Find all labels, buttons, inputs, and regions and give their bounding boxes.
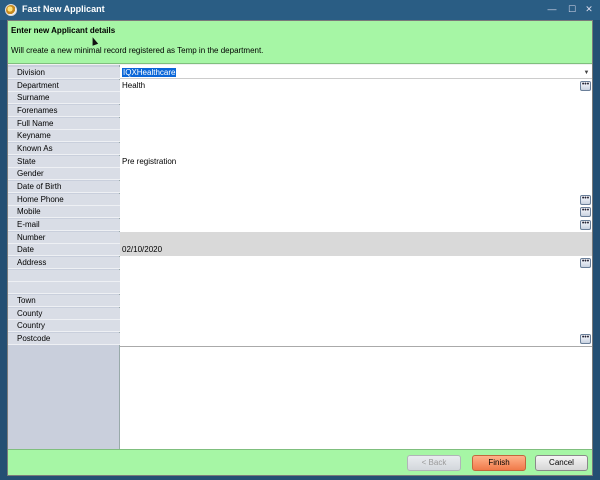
- address-line-3-field[interactable]: [120, 282, 592, 294]
- known-as-field[interactable]: [120, 143, 592, 155]
- close-icon[interactable]: ✕: [583, 3, 595, 15]
- home-phone-button[interactable]: •••: [580, 195, 591, 205]
- label-dob: Date of Birth: [8, 181, 120, 193]
- mobile-button[interactable]: •••: [580, 207, 591, 217]
- wizard-header: Enter new Applicant details Will create …: [8, 21, 592, 64]
- field-labels: Division Department Surname Forenames Fu…: [8, 65, 120, 449]
- state-field[interactable]: Pre registration: [120, 156, 592, 168]
- number-field: [120, 232, 592, 244]
- date-field: 02/10/2020: [120, 244, 592, 256]
- label-home-phone: Home Phone: [8, 194, 120, 206]
- window-title: Fast New Applicant: [22, 4, 105, 14]
- country-field[interactable]: [120, 320, 592, 332]
- department-field[interactable]: Health •••: [120, 80, 592, 92]
- email-field[interactable]: •••: [120, 219, 592, 231]
- label-address-line-2: [8, 270, 120, 282]
- label-keyname: Keyname: [8, 130, 120, 142]
- email-button[interactable]: •••: [580, 220, 591, 230]
- cancel-button[interactable]: Cancel: [535, 455, 588, 471]
- home-phone-field[interactable]: •••: [120, 194, 592, 206]
- department-lookup-button[interactable]: •••: [580, 81, 591, 91]
- keyname-field[interactable]: [120, 130, 592, 142]
- back-button[interactable]: < Back: [407, 455, 461, 471]
- division-combo[interactable]: IQXHealthcare ▼: [120, 67, 592, 79]
- finish-button[interactable]: Finish: [472, 455, 526, 471]
- gender-field[interactable]: [120, 168, 592, 180]
- dialog-panel: Enter new Applicant details Will create …: [7, 20, 593, 476]
- header-subtitle: Will create a new minimal record registe…: [11, 46, 264, 55]
- form-divider: [120, 346, 592, 347]
- division-value: IQXHealthcare: [122, 68, 177, 77]
- dialog-window: Fast New Applicant — ☐ ✕ Enter new Appli…: [0, 0, 600, 480]
- address-line-2-field[interactable]: [120, 270, 592, 282]
- label-forenames: Forenames: [8, 105, 120, 117]
- title-bar[interactable]: Fast New Applicant — ☐ ✕: [0, 0, 600, 20]
- department-value: Health: [122, 81, 146, 90]
- address-button[interactable]: •••: [580, 258, 591, 268]
- label-town: Town: [8, 295, 120, 307]
- chevron-down-icon[interactable]: ▼: [582, 68, 591, 78]
- mouse-cursor-icon: [89, 36, 99, 46]
- forenames-field[interactable]: [120, 105, 592, 117]
- label-postcode: Postcode: [8, 333, 120, 345]
- label-address-line-3: [8, 282, 120, 294]
- app-icon: [5, 4, 17, 16]
- address-field[interactable]: •••: [120, 257, 592, 269]
- wizard-footer: < Back Finish Cancel: [8, 449, 592, 475]
- label-known-as: Known As: [8, 143, 120, 155]
- field-values: IQXHealthcare ▼ Health ••• Pre registrat…: [120, 65, 592, 449]
- label-county: County: [8, 308, 120, 320]
- mobile-field[interactable]: •••: [120, 206, 592, 218]
- full-name-field[interactable]: [120, 118, 592, 130]
- label-address: Address: [8, 257, 120, 269]
- label-email: E-mail: [8, 219, 120, 231]
- label-number: Number: [8, 232, 120, 244]
- maximize-icon[interactable]: ☐: [566, 3, 578, 15]
- minimize-icon[interactable]: —: [546, 3, 558, 15]
- label-surname: Surname: [8, 92, 120, 104]
- label-full-name: Full Name: [8, 118, 120, 130]
- label-date: Date: [8, 244, 120, 256]
- label-department: Department: [8, 80, 120, 92]
- town-field[interactable]: [120, 295, 592, 307]
- dob-field[interactable]: [120, 181, 592, 193]
- county-field[interactable]: [120, 308, 592, 320]
- label-state: State: [8, 156, 120, 168]
- label-mobile: Mobile: [8, 206, 120, 218]
- postcode-field[interactable]: •••: [120, 333, 592, 345]
- postcode-button[interactable]: •••: [580, 334, 591, 344]
- label-country: Country: [8, 320, 120, 332]
- surname-field[interactable]: [120, 92, 592, 104]
- header-title: Enter new Applicant details: [11, 26, 116, 35]
- label-division: Division: [8, 67, 120, 79]
- label-gender: Gender: [8, 168, 120, 180]
